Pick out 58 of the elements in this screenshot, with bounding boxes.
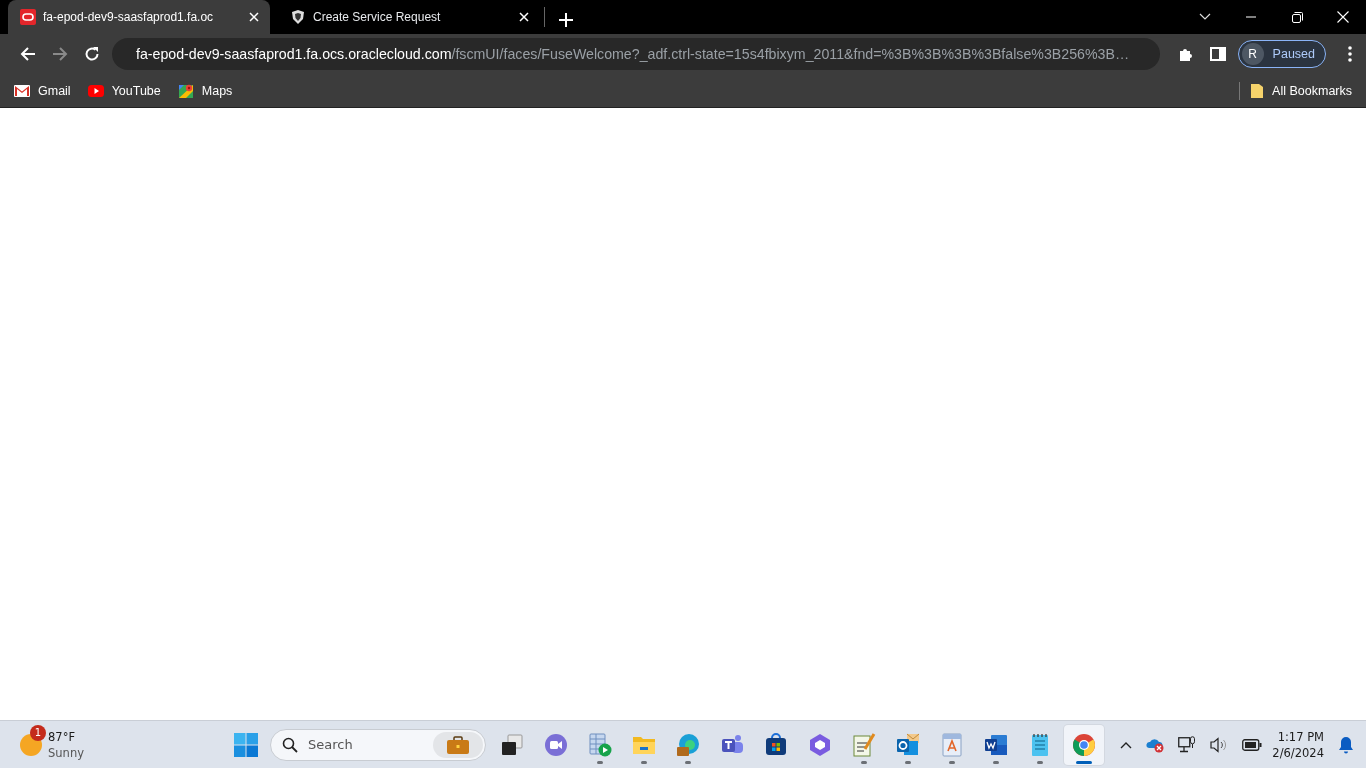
address-field[interactable]: fa-epod-dev9-saasfaprod1.fa.ocs.oraclecloud.com/fscmUI/faces/FuseWelcome?_adf.ctrl-state=15s4fbixym_2011&fnd=%3B%3B%3B%3Bfalse%3B256%3B… [112,38,1160,70]
new-tab-icon[interactable] [559,13,573,27]
bell-icon[interactable] [1338,735,1354,754]
avatar: R [1241,43,1264,65]
profile-button[interactable]: R Paused [1237,40,1326,68]
document-icon [940,732,964,757]
bookmark-link[interactable]: Maps [177,82,233,99]
side-panel-icon[interactable] [1209,46,1226,62]
cloud-error-icon[interactable] [1146,736,1165,753]
notification-badge: 1 [30,724,46,741]
briefcase-icon [447,735,469,754]
all-bookmarks-button[interactable]: All Bookmarks [1250,82,1352,99]
taskbar-app-button[interactable] [1064,724,1104,765]
mail-app-icon [896,732,920,757]
folder-icon [1250,82,1265,99]
wave-briefcase-icon [676,732,700,757]
window-stack-icon [500,732,524,757]
word-icon [984,732,1008,757]
browser-tab[interactable]: Create Service Request [278,0,540,34]
speaker-icon[interactable] [1210,736,1229,753]
browser-icon [1072,732,1096,757]
close-icon [249,12,259,22]
weather-condition: Sunny [48,744,84,761]
search-icon [282,736,298,753]
restore-icon[interactable] [1291,11,1303,23]
video-icon [87,82,104,99]
network-icon[interactable] [1178,735,1197,754]
tab-favicon [20,9,36,25]
battery-icon[interactable] [1242,738,1263,751]
temperature-text: 87°F [48,728,76,745]
close-icon[interactable] [1337,11,1349,23]
puzzle-icon[interactable] [1177,46,1194,62]
profile-status: Paused [1272,47,1315,61]
reload-icon[interactable] [84,46,100,62]
menu-icon[interactable] [1348,46,1352,62]
shield-icon [290,9,306,25]
tab-title: fa-epod-dev9-saasfaprod1.fa.oc [43,10,215,24]
search-field[interactable]: Search [270,728,486,761]
bookmark-link[interactable]: Gmail [14,82,71,99]
mail-icon [14,82,30,99]
start-icon[interactable] [234,732,258,757]
notepad-pen-icon [852,732,876,757]
chevron-up-icon[interactable] [1120,740,1133,749]
clock-time: 1:17 PM [1277,728,1324,745]
clock-date: 2/6/2024 [1272,744,1324,761]
clock-button[interactable]: 1:17 PM 2/6/2024 [1272,728,1324,761]
shopping-bag-icon [764,732,788,757]
back-icon[interactable] [20,46,36,62]
search-placeholder: Search [308,737,354,752]
tab-title: Create Service Request [313,10,442,24]
hexagon-icon [808,732,832,757]
bookmark-link[interactable]: YouTube [87,82,161,99]
map-icon [177,82,194,99]
browser-tab[interactable]: fa-epod-dev9-saasfaprod1.fa.oc [8,0,270,34]
url-text: fa-epod-dev9-saasfaprod1.fa.ocs.oraclecloud.com/fscmUI/faces/FuseWelcome?_adf.ctrl-state=15s4fbixym_2011&fnd=%3B%3B%3B%3Bfalse%3B256%3B… [136,46,1130,62]
video-chat-icon [544,732,568,757]
close-icon [519,12,529,22]
table-play-icon [588,732,612,757]
